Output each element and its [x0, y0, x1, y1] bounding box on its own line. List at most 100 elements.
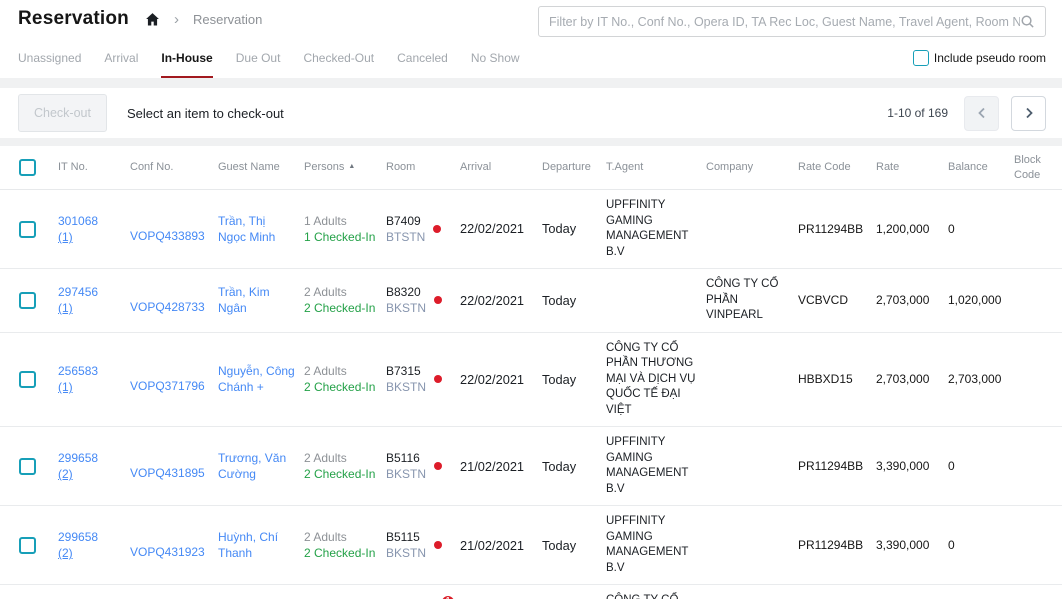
persons-cell: 2 Adults 2 Checked-In: [304, 284, 386, 316]
home-icon[interactable]: [145, 12, 160, 27]
departure-cell: Today: [542, 292, 606, 309]
departure-cell: Today: [542, 537, 606, 554]
previous-page-button[interactable]: [964, 96, 999, 131]
guest-name-link[interactable]: Trần, Thị Ngọc Minh: [218, 213, 304, 245]
column-header-departure[interactable]: Departure: [542, 160, 606, 174]
column-header-room[interactable]: Room: [386, 160, 460, 174]
breadcrumb-current[interactable]: Reservation: [193, 12, 262, 27]
check-out-button[interactable]: Check-out: [18, 94, 107, 132]
persons-cell: 1 Adults 1 Checked-In: [304, 213, 386, 245]
it-no-link[interactable]: 299658(2): [58, 529, 130, 561]
rate-cell: 3,390,000: [876, 537, 948, 553]
row-select-cell: [0, 537, 58, 554]
travel-agent-cell: UPFFINITY GAMING MANAGEMENT B.V: [606, 514, 706, 576]
conf-no-link[interactable]: VOPQ431895: [130, 465, 218, 481]
conf-no-link[interactable]: VOPQ431923: [130, 544, 218, 560]
tab-in-house[interactable]: In-House: [161, 38, 212, 78]
column-header-rate[interactable]: Rate: [876, 160, 948, 174]
include-pseudo-room[interactable]: Include pseudo room: [913, 50, 1046, 66]
sort-ascending-icon: ▲: [348, 163, 355, 170]
column-header-balance[interactable]: Balance: [948, 160, 1014, 174]
alert-dot-icon: [434, 296, 442, 304]
column-header-rate-code[interactable]: Rate Code: [798, 160, 876, 174]
table-row[interactable]: 301068(1) VOPQ433893 Trần, Thị Ngọc Minh…: [0, 190, 1062, 269]
guest-name-link[interactable]: Trương, Văn Cường: [218, 450, 304, 482]
search-input[interactable]: [549, 15, 1020, 29]
row-checkbox[interactable]: [19, 458, 36, 475]
row-checkbox[interactable]: [19, 371, 36, 388]
guest-name-link[interactable]: Trần, Kim Ngân: [218, 284, 304, 316]
balance-cell: 2,703,000: [948, 371, 1014, 387]
top-header: Reservation › Reservation: [0, 0, 1062, 38]
travel-agent-cell: CÔNG TY CỔ PHẦN THƯƠNG MẠI VÀ DỊCH VỤ QU…: [606, 341, 706, 419]
rate-cell: 2,703,000: [876, 292, 948, 308]
balance-cell: 0: [948, 221, 1014, 237]
row-select-cell: [0, 371, 58, 388]
it-no-link[interactable]: 301068(1): [58, 213, 130, 245]
row-select-cell: [0, 221, 58, 238]
departure-cell: Today: [542, 220, 606, 237]
rate-code-cell: VCBVCD: [798, 292, 876, 308]
section-divider: [0, 78, 1062, 88]
it-no-link[interactable]: 297456(1): [58, 284, 130, 316]
persons-cell: 2 Adults 2 Checked-In: [304, 363, 386, 395]
include-pseudo-room-label: Include pseudo room: [934, 51, 1046, 65]
tab-arrival[interactable]: Arrival: [104, 38, 138, 78]
guest-name-link[interactable]: Nguyễn, Công Chánh +: [218, 363, 304, 395]
reservation-table: IT No.Conf No.Guest NamePersons▲RoomArri…: [0, 146, 1062, 599]
column-header-company[interactable]: Company: [706, 160, 798, 174]
column-header-block-code[interactable]: Block Code: [1014, 153, 1062, 182]
arrival-cell: 21/02/2021: [460, 537, 542, 554]
alert-dot-icon: [434, 541, 442, 549]
table-row[interactable]: 297456(1) VOPQ428733 Trần, Kim Ngân 2 Ad…: [0, 269, 1062, 333]
conf-no-link[interactable]: VOPQ371796: [130, 378, 218, 394]
breadcrumb-chevron-icon: ›: [172, 12, 181, 27]
column-header-persons[interactable]: Persons▲: [304, 160, 386, 174]
rate-code-cell: PR11294BB: [798, 458, 876, 474]
row-checkbox[interactable]: [19, 537, 36, 554]
toolbar: Check-out Select an item to check-out 1-…: [0, 88, 1062, 138]
pagination-range: 1-10 of 169: [887, 106, 948, 120]
it-no-link[interactable]: 299658(2): [58, 450, 130, 482]
tab-unassigned[interactable]: Unassigned: [18, 38, 81, 78]
rate-cell: 1,200,000: [876, 221, 948, 237]
tab-no-show[interactable]: No Show: [471, 38, 520, 78]
column-header-guest-name[interactable]: Guest Name: [218, 160, 304, 174]
search-box[interactable]: [538, 6, 1046, 37]
table-row[interactable]: 272752(1) VOPQ395111 Lê, Thị Thanh Ngọc …: [0, 585, 1062, 599]
next-page-button[interactable]: [1011, 96, 1046, 131]
column-header-t-agent[interactable]: T.Agent: [606, 160, 706, 174]
arrival-cell: 22/02/2021: [460, 371, 542, 388]
room-cell: B7315 BKSTN: [386, 363, 460, 395]
row-checkbox[interactable]: [19, 292, 36, 309]
tab-due-out[interactable]: Due Out: [236, 38, 281, 78]
conf-no-link[interactable]: VOPQ428733: [130, 299, 218, 315]
conf-no-link[interactable]: VOPQ433893: [130, 228, 218, 244]
tab-canceled[interactable]: Canceled: [397, 38, 448, 78]
rate-cell: 2,703,000: [876, 371, 948, 387]
row-checkbox[interactable]: [19, 221, 36, 238]
company-cell: CÔNG TY CỔ PHẦN VINPEARL: [706, 277, 798, 324]
it-no-link[interactable]: 256583(1): [58, 363, 130, 395]
room-cell: B7409 BTSTN: [386, 213, 460, 245]
table-row[interactable]: 299658(2) VOPQ431923 Huỳnh, Chí Thanh 2 …: [0, 506, 1062, 585]
select-all-checkbox[interactable]: [19, 159, 36, 176]
guest-name-link[interactable]: Huỳnh, Chí Thanh: [218, 529, 304, 561]
table-header-row: IT No.Conf No.Guest NamePersons▲RoomArri…: [0, 146, 1062, 190]
table-row[interactable]: 256583(1) VOPQ371796 Nguyễn, Công Chánh …: [0, 333, 1062, 428]
column-header-conf-no[interactable]: Conf No.: [130, 160, 218, 174]
room-type-code: BKSTN: [386, 545, 426, 561]
toolbar-hint: Select an item to check-out: [127, 106, 284, 121]
include-pseudo-room-checkbox[interactable]: [913, 50, 929, 66]
search-icon[interactable]: [1020, 14, 1035, 29]
travel-agent-cell: UPFFINITY GAMING MANAGEMENT B.V: [606, 198, 706, 260]
tab-bar: Unassigned Arrival In-House Due Out Checked-…: [18, 38, 520, 78]
table-row[interactable]: 299658(2) VOPQ431895 Trương, Văn Cường 2…: [0, 427, 1062, 506]
pagination: 1-10 of 169: [887, 96, 1046, 131]
column-header-it-no[interactable]: IT No.: [58, 160, 130, 174]
room-cell: B8320 BKSTN: [386, 284, 460, 316]
column-header-arrival[interactable]: Arrival: [460, 160, 542, 174]
travel-agent-cell: CÔNG TY CỔ PHẦN IVIVU.COM: [606, 593, 706, 599]
tab-checked-out[interactable]: Checked-Out: [303, 38, 374, 78]
balance-cell: 1,020,000: [948, 292, 1014, 308]
